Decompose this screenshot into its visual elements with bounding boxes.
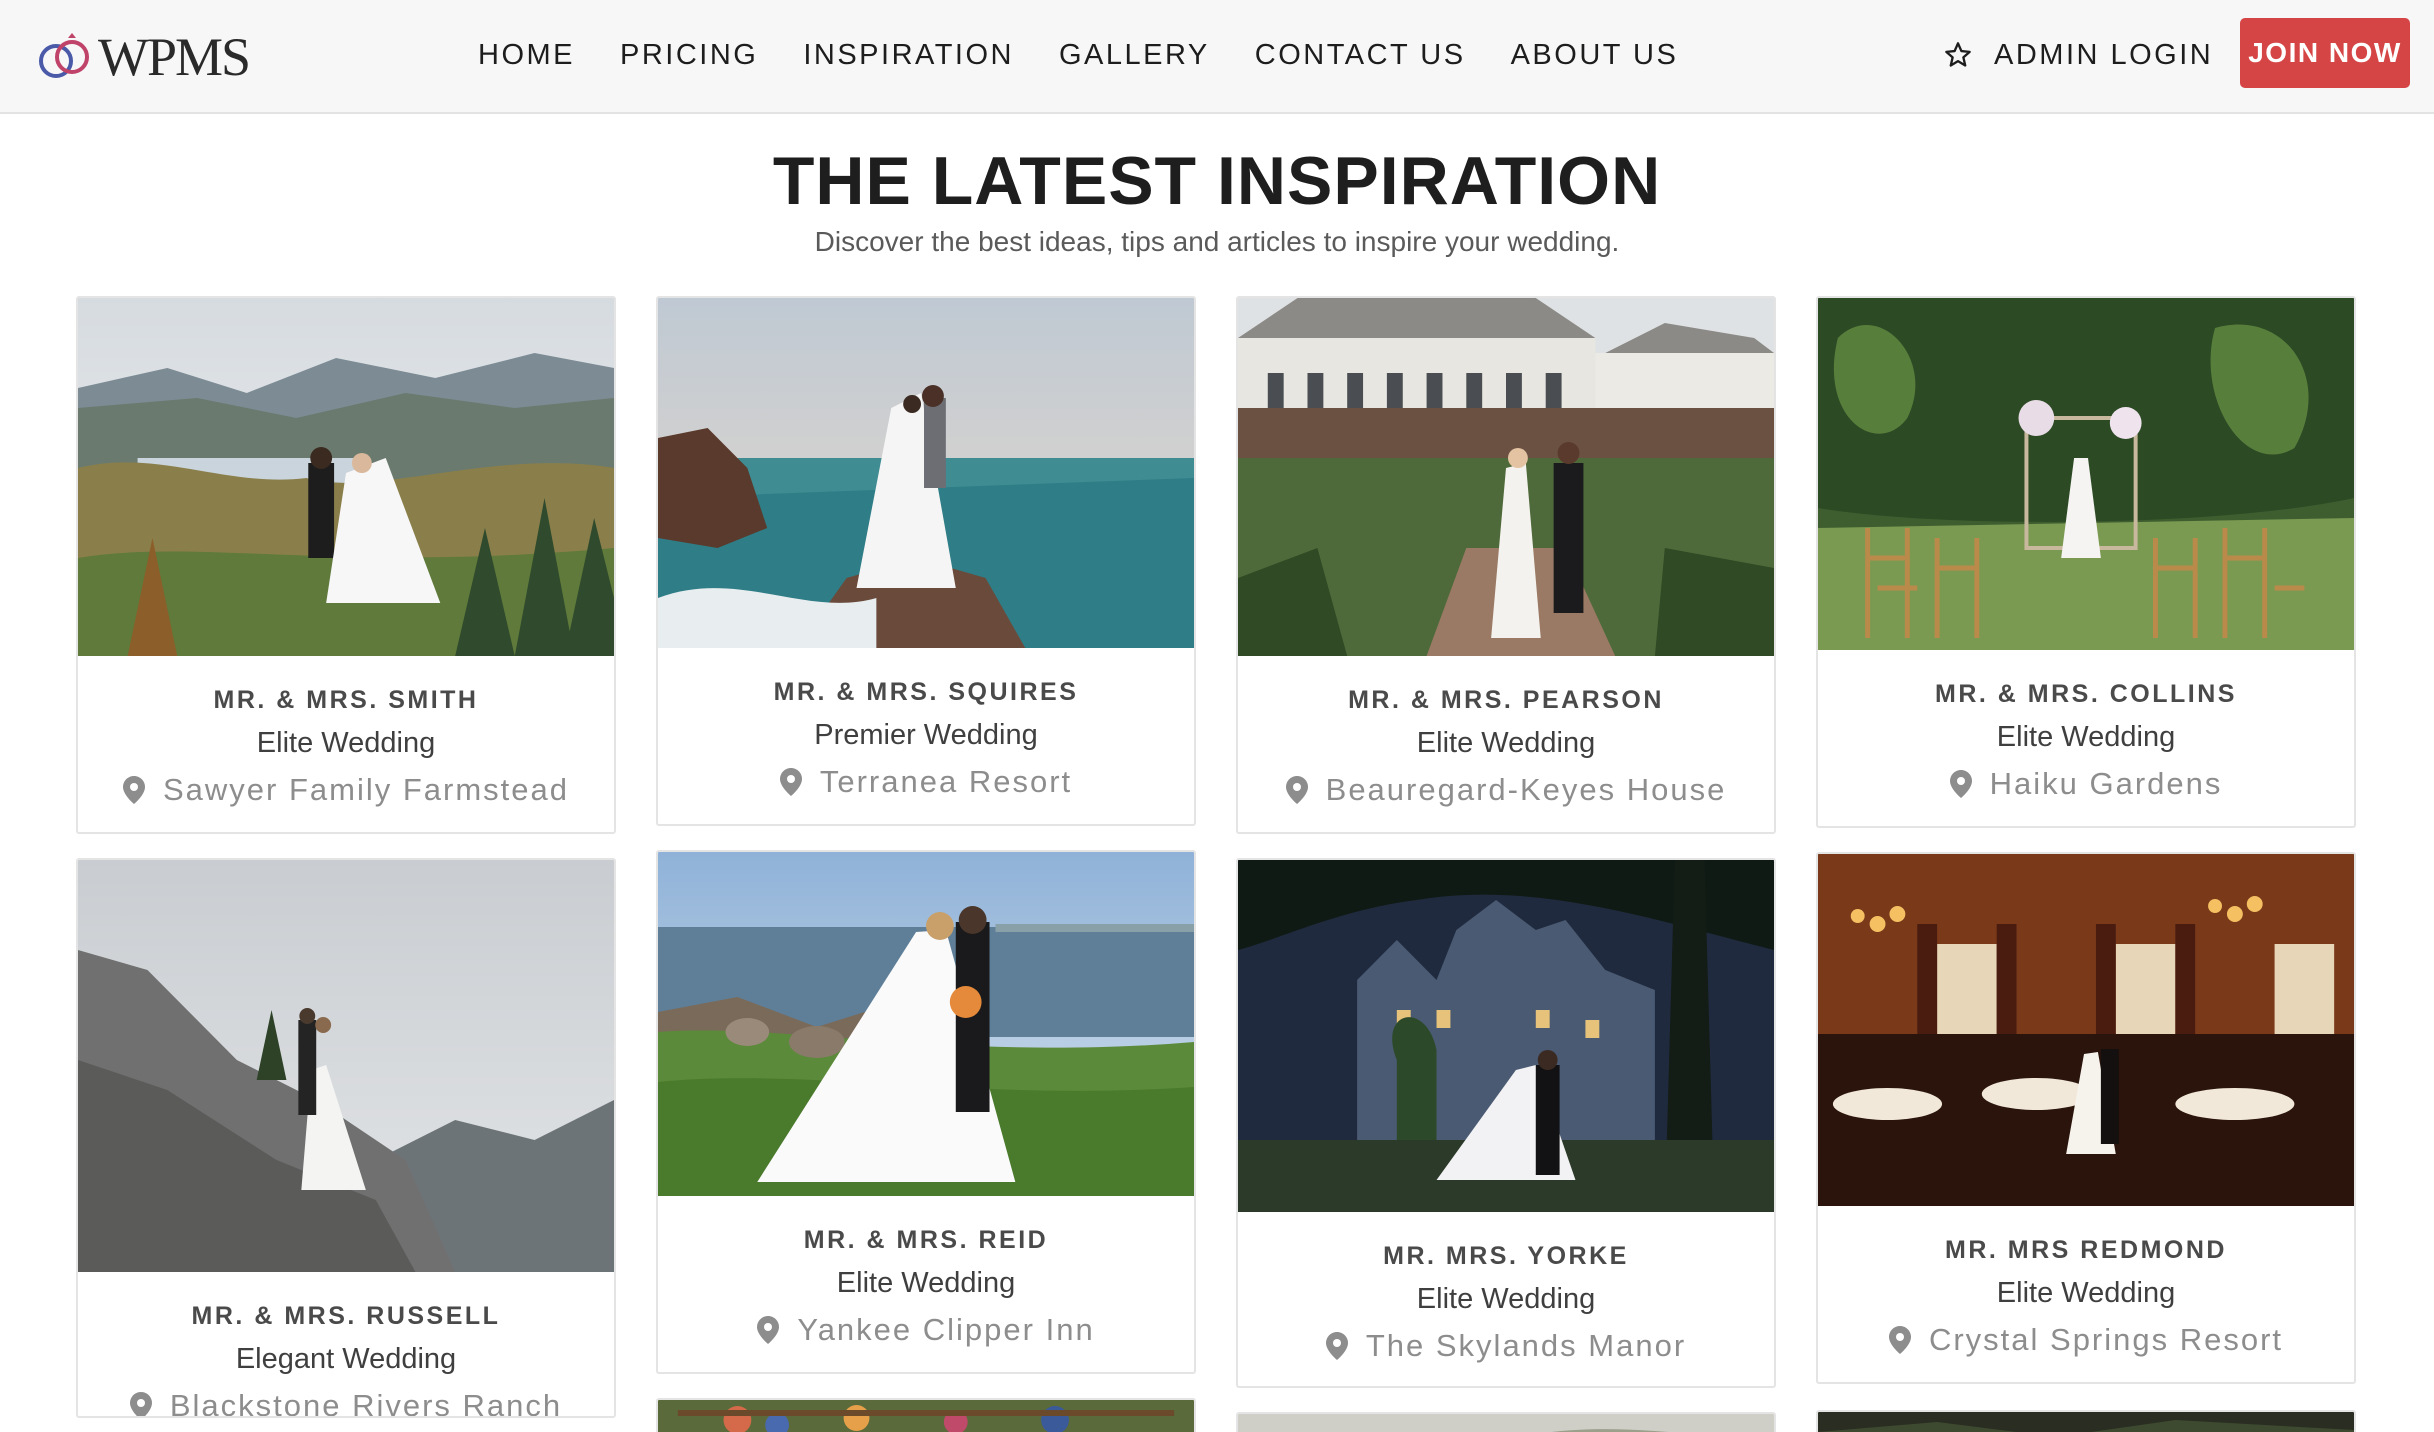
wedding-rings-icon <box>39 33 89 78</box>
inspiration-card[interactable]: MR. & MRS. REID Elite Wedding Yankee Cli… <box>656 850 1196 1374</box>
page-subtitle: Discover the best ideas, tips and articl… <box>814 226 1620 257</box>
venue-location: Haiku Gardens <box>1818 766 2354 802</box>
card-body: MR. & MRS. SMITH Elite Wedding Sawyer Fa… <box>78 656 614 808</box>
venue-location: Sawyer Family Farmstead <box>78 772 614 808</box>
map-pin-icon <box>1949 770 1972 798</box>
card-body: MR. MRS REDMOND Elite Wedding Crystal Sp… <box>1818 1206 2354 1358</box>
nav-contact-us[interactable]: CONTACT US <box>1255 39 1466 72</box>
card-photo <box>78 860 614 1272</box>
card-photo <box>1818 854 2354 1206</box>
nav-gallery[interactable]: GALLERY <box>1059 39 1210 72</box>
wpms-logo[interactable]: WPMS <box>34 26 251 88</box>
venue-name: The Skylands Manor <box>1365 1328 1687 1363</box>
wedding-package: Elite Wedding <box>836 1267 1016 1299</box>
map-pin-icon <box>122 776 145 804</box>
card-photo <box>1818 298 2354 650</box>
couple-name: MR. & MRS. SQUIRES <box>773 678 1079 706</box>
inspiration-card[interactable]: MR. & MRS. RUSSELL Elegant Wedding Black… <box>76 858 616 1418</box>
admin-login-label: ADMIN LOGIN <box>1994 38 2214 71</box>
card-photo <box>658 1400 1194 1432</box>
venue-name: Haiku Gardens <box>1989 766 2223 801</box>
inspiration-card[interactable]: MR. MRS REDMOND Elite Wedding Crystal Sp… <box>1816 852 2356 1384</box>
venue-location: Crystal Springs Resort <box>1818 1322 2354 1358</box>
card-photo <box>658 298 1194 648</box>
inspiration-card[interactable]: MR. & MRS. SMITH Elite Wedding Sawyer Fa… <box>76 296 616 834</box>
couple-name: MR. & MRS. REID <box>803 1226 1049 1254</box>
map-pin-icon <box>1888 1326 1911 1354</box>
inspiration-card[interactable]: MR. MRS. YORKE Elite Wedding The Skyland… <box>1236 858 1776 1388</box>
venue-name: Terranea Resort <box>819 764 1073 799</box>
couple-name: MR. & MRS. COLLINS <box>1935 680 2237 708</box>
card-photo <box>1238 860 1774 1212</box>
join-now-button[interactable]: JOIN NOW <box>2240 18 2410 88</box>
admin-login-link[interactable]: ADMIN LOGIN <box>1944 0 2213 110</box>
map-pin-icon <box>779 768 802 796</box>
nav-inspiration[interactable]: INSPIRATION <box>803 39 1014 72</box>
nav-pricing[interactable]: PRICING <box>620 39 758 72</box>
couple-name: MR. MRS REDMOND <box>1945 1236 2227 1264</box>
venue-name: Crystal Springs Resort <box>1928 1322 2284 1357</box>
couple-name: MR. MRS. YORKE <box>1383 1242 1629 1270</box>
couple-name: MR. & MRS. RUSSELL <box>191 1302 501 1330</box>
card-photo <box>78 298 614 656</box>
wedding-package: Elite Wedding <box>256 727 436 759</box>
wedding-package: Premier Wedding <box>814 719 1038 751</box>
card-photo <box>1818 1412 2354 1432</box>
inspiration-card[interactable] <box>1236 1412 1776 1432</box>
wedding-package: Elite Wedding <box>1416 727 1596 759</box>
map-pin-icon <box>129 1392 152 1416</box>
venue-name: Yankee Clipper Inn <box>797 1312 1095 1347</box>
card-body: MR. & MRS. COLLINS Elite Wedding Haiku G… <box>1818 650 2354 802</box>
inspiration-card[interactable]: MR. & MRS. PEARSON Elite Wedding Beaureg… <box>1236 296 1776 834</box>
inspiration-card[interactable] <box>656 1398 1196 1432</box>
inspiration-card[interactable] <box>1816 1410 2356 1432</box>
venue-name: Beauregard-Keyes House <box>1325 772 1727 807</box>
couple-name: MR. & MRS. PEARSON <box>1348 686 1664 714</box>
map-pin-icon <box>1325 1332 1348 1360</box>
page-title: THE LATEST INSPIRATION <box>772 143 1662 219</box>
map-pin-icon <box>757 1316 780 1344</box>
top-navigation-bar: WPMS HOME PRICING INSPIRATION GALLERY CO… <box>0 0 2434 114</box>
card-body: MR. & MRS. SQUIRES Premier Wedding Terra… <box>658 648 1194 800</box>
venue-location: The Skylands Manor <box>1238 1328 1774 1364</box>
nav-home[interactable]: HOME <box>478 39 575 72</box>
wedding-package: Elite Wedding <box>1996 721 2176 753</box>
wedding-package: Elegant Wedding <box>235 1343 457 1375</box>
card-body: MR. & MRS. RUSSELL Elegant Wedding Black… <box>78 1272 614 1418</box>
venue-location: Beauregard-Keyes House <box>1238 772 1774 808</box>
venue-name: Blackstone Rivers Ranch <box>169 1388 563 1418</box>
card-body: MR. & MRS. PEARSON Elite Wedding Beaureg… <box>1238 656 1774 808</box>
star-icon <box>1945 42 1971 67</box>
main-nav: HOME PRICING INSPIRATION GALLERY CONTACT… <box>478 0 1723 110</box>
nav-about-us[interactable]: ABOUT US <box>1511 39 1679 72</box>
card-body: MR. MRS. YORKE Elite Wedding The Skyland… <box>1238 1212 1774 1364</box>
logo-wordmark: WPMS <box>98 27 251 87</box>
card-photo <box>1238 298 1774 656</box>
card-photo <box>1238 1414 1774 1432</box>
wedding-package: Elite Wedding <box>1416 1283 1596 1315</box>
card-photo <box>658 852 1194 1196</box>
map-pin-icon <box>1285 776 1308 804</box>
inspiration-card[interactable]: MR. & MRS. COLLINS Elite Wedding Haiku G… <box>1816 296 2356 828</box>
card-body: MR. & MRS. REID Elite Wedding Yankee Cli… <box>658 1196 1194 1348</box>
venue-name: Sawyer Family Farmstead <box>162 772 570 807</box>
venue-location: Terranea Resort <box>658 764 1194 800</box>
venue-location: Yankee Clipper Inn <box>658 1312 1194 1348</box>
inspiration-card[interactable]: MR. & MRS. SQUIRES Premier Wedding Terra… <box>656 296 1196 826</box>
venue-location: Blackstone Rivers Ranch <box>78 1388 614 1418</box>
couple-name: MR. & MRS. SMITH <box>213 686 479 714</box>
wedding-package: Elite Wedding <box>1996 1277 2176 1309</box>
